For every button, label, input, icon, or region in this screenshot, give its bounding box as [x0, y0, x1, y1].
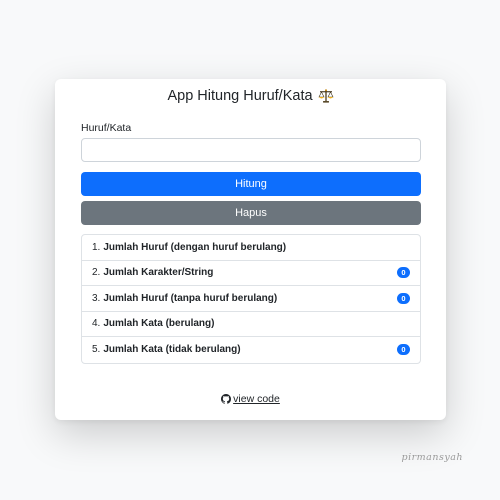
result-label: Jumlah Huruf (dengan huruf berulang): [103, 241, 287, 253]
app-title: App Hitung Huruf/Kata: [55, 88, 446, 104]
github-icon: [221, 394, 232, 404]
view-code-label: view code: [233, 393, 280, 405]
result-label: Jumlah Kata (tidak berulang): [103, 344, 241, 356]
scales-icon: [318, 88, 334, 104]
result-item: 3. Jumlah Huruf (tanpa huruf berulang) 0: [82, 286, 420, 312]
result-item: 1. Jumlah Huruf (dengan huruf berulang): [82, 235, 420, 261]
result-number: 1.: [92, 241, 101, 253]
result-number: 4.: [92, 318, 101, 330]
result-item: 4. Jumlah Kata (berulang): [82, 312, 420, 337]
result-item: 5. Jumlah Kata (tidak berulang) 0: [82, 337, 420, 363]
view-code-link[interactable]: view code: [55, 393, 446, 405]
result-label: Jumlah Huruf (tanpa huruf berulang): [103, 292, 278, 304]
result-number: 5.: [92, 344, 101, 356]
signature: pirmansyah: [401, 452, 463, 463]
result-number: 3.: [92, 292, 101, 304]
result-label: Jumlah Kata (berulang): [103, 318, 215, 330]
results-list: 1. Jumlah Huruf (dengan huruf berulang) …: [81, 234, 421, 364]
huruf-kata-label: Huruf/Kata: [81, 122, 132, 134]
hapus-button[interactable]: Hapus: [81, 201, 421, 225]
app-title-text: App Hitung Huruf/Kata: [167, 88, 313, 104]
result-label: Jumlah Karakter/String: [103, 267, 214, 279]
app-card: App Hitung Huruf/Kata Huruf/Kata Hitung …: [55, 79, 446, 420]
hitung-button[interactable]: Hitung: [81, 172, 421, 196]
count-badge: 0: [397, 344, 410, 356]
huruf-kata-input[interactable]: [81, 138, 421, 162]
result-number: 2.: [92, 267, 101, 279]
count-badge: 0: [397, 267, 410, 279]
result-item: 2. Jumlah Karakter/String 0: [82, 261, 420, 286]
count-badge: 0: [397, 292, 410, 304]
